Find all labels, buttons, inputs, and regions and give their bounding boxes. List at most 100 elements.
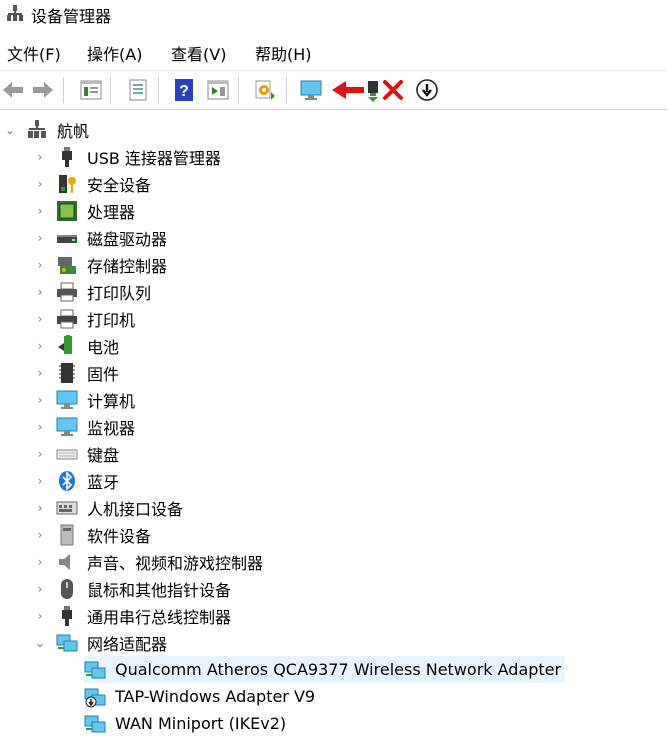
- toolbar-separator: [110, 77, 111, 103]
- firmware-chip-icon: [56, 362, 78, 384]
- software-device-icon: [56, 524, 78, 546]
- tree-item-disk-drives[interactable]: › 磁盘驱动器: [34, 224, 167, 251]
- disk-drive-icon: [56, 227, 78, 249]
- tree-item-sound-video-game[interactable]: › 声音、视频和游戏控制器: [34, 548, 263, 575]
- tree-item-hid[interactable]: › 人机接口设备: [34, 494, 183, 521]
- tree-item-software-devices[interactable]: › 软件设备: [34, 521, 151, 548]
- chevron-right-icon[interactable]: ›: [34, 339, 46, 353]
- usb-plug-icon: [56, 146, 78, 168]
- svg-text:?: ?: [179, 83, 189, 100]
- chevron-right-icon[interactable]: ›: [34, 366, 46, 380]
- chevron-right-icon[interactable]: ›: [34, 555, 46, 569]
- tree-item-computer[interactable]: › 计算机: [34, 386, 135, 413]
- scan-hardware-changes-button[interactable]: [252, 77, 278, 103]
- monitor-view-button[interactable]: [298, 77, 324, 103]
- forward-arrow-icon: [33, 82, 53, 98]
- tree-item-label: 处理器: [87, 202, 136, 222]
- red-annotation-arrow: [330, 77, 382, 103]
- chevron-right-icon[interactable]: ›: [34, 420, 46, 434]
- menu-view[interactable]: 查看(V): [168, 41, 229, 65]
- tree-item-usb-controllers[interactable]: › 通用串行总线控制器: [34, 602, 231, 629]
- action-pane-icon: [207, 80, 229, 100]
- network-adapter-icon: [84, 713, 106, 735]
- chevron-right-icon[interactable]: ›: [34, 258, 46, 272]
- chevron-right-icon[interactable]: ›: [34, 474, 46, 488]
- tree-item-network-adapters[interactable]: ⌄ 网络适配器: [34, 629, 167, 656]
- scan-hardware-icon: [255, 80, 275, 100]
- tree-item-label: 声音、视频和游戏控制器: [87, 553, 264, 573]
- tree-item-label: 键盘: [87, 445, 120, 465]
- tree-item-batteries[interactable]: › 电池: [34, 332, 119, 359]
- tree-item-label: TAP-Windows Adapter V9: [115, 687, 316, 706]
- console-tree-icon: [80, 80, 102, 100]
- chevron-right-icon[interactable]: ›: [34, 285, 46, 299]
- printer-icon: [56, 308, 78, 330]
- menu-action[interactable]: 操作(A): [84, 41, 145, 65]
- tree-item-mice[interactable]: › 鼠标和其他指针设备: [34, 575, 231, 602]
- chevron-right-icon[interactable]: ›: [34, 231, 46, 245]
- chevron-right-icon[interactable]: ›: [34, 501, 46, 515]
- tree-item-label: Qualcomm Atheros QCA9377 Wireless Networ…: [115, 660, 562, 679]
- keyboard-icon: [56, 443, 78, 465]
- disable-down-arrow-icon: [416, 79, 438, 101]
- tree-item-label: 打印机: [87, 310, 136, 330]
- tree-item-usb-connector[interactable]: › USB 连接器管理器: [34, 143, 221, 170]
- tree-item-storage-controllers[interactable]: › 存储控制器: [34, 251, 167, 278]
- tree-item-label: 软件设备: [87, 526, 152, 546]
- toolbar-separator: [63, 77, 64, 103]
- chevron-right-icon[interactable]: ›: [34, 609, 46, 623]
- chevron-down-icon[interactable]: ⌄: [4, 123, 16, 137]
- bluetooth-icon: [56, 470, 78, 492]
- help-button[interactable]: ?: [171, 77, 197, 103]
- uninstall-device-button[interactable]: [380, 77, 406, 103]
- tree-item-label: 存储控制器: [87, 256, 168, 276]
- computer-root-icon: [26, 119, 48, 141]
- tree-item-label: 通用串行总线控制器: [87, 607, 232, 627]
- mouse-icon: [56, 578, 78, 600]
- tree-item-wan-miniport[interactable]: WAN Miniport (IKEv2): [84, 710, 286, 737]
- forward-button[interactable]: [30, 77, 56, 103]
- tree-item-printers[interactable]: › 打印机: [34, 305, 135, 332]
- chevron-down-icon[interactable]: ⌄: [34, 636, 46, 650]
- toolbar-separator: [238, 77, 239, 103]
- computer-monitor-icon: [56, 389, 78, 411]
- usb-plug-icon: [56, 605, 78, 627]
- toolbar: ?: [0, 70, 667, 110]
- processor-chip-icon: [56, 200, 78, 222]
- chevron-right-icon[interactable]: ›: [34, 582, 46, 596]
- menu-help[interactable]: 帮助(H): [252, 41, 315, 65]
- tree-item-label: USB 连接器管理器: [87, 148, 221, 168]
- tree-item-label: 网络适配器: [87, 634, 168, 654]
- tree-root-label: 航帆: [57, 121, 90, 141]
- show-hide-console-tree-button[interactable]: [78, 77, 104, 103]
- chevron-right-icon[interactable]: ›: [34, 447, 46, 461]
- tree-item-print-queues[interactable]: › 打印队列: [34, 278, 151, 305]
- tree-item-label: 磁盘驱动器: [87, 229, 168, 249]
- chevron-right-icon[interactable]: ›: [34, 312, 46, 326]
- tree-item-qualcomm-adapter[interactable]: Qualcomm Atheros QCA9377 Wireless Networ…: [84, 656, 566, 683]
- chevron-right-icon[interactable]: ›: [34, 150, 46, 164]
- network-adapter-icon: [56, 632, 78, 654]
- chevron-right-icon[interactable]: ›: [34, 177, 46, 191]
- tree-item-security-devices[interactable]: › 安全设备: [34, 170, 151, 197]
- properties-button[interactable]: [125, 77, 151, 103]
- toolbar-separator: [158, 77, 159, 103]
- red-arrow-icon: [332, 81, 378, 102]
- tree-root[interactable]: ⌄ 航帆: [4, 116, 89, 143]
- back-button[interactable]: [0, 77, 26, 103]
- tree-item-bluetooth[interactable]: › 蓝牙: [34, 467, 119, 494]
- tree-item-processors[interactable]: › 处理器: [34, 197, 135, 224]
- disable-device-button[interactable]: [414, 77, 440, 103]
- tree-item-label: 鼠标和其他指针设备: [87, 580, 232, 600]
- chevron-right-icon[interactable]: ›: [34, 204, 46, 218]
- chevron-right-icon[interactable]: ›: [34, 528, 46, 542]
- tree-item-firmware[interactable]: › 固件: [34, 359, 119, 386]
- tree-item-tap-adapter[interactable]: TAP-Windows Adapter V9: [84, 683, 315, 710]
- chevron-right-icon[interactable]: ›: [34, 393, 46, 407]
- tree-item-label: 蓝牙: [87, 472, 120, 492]
- storage-controller-icon: [56, 254, 78, 276]
- tree-item-keyboards[interactable]: › 键盘: [34, 440, 119, 467]
- menu-file[interactable]: 文件(F): [4, 41, 64, 65]
- tree-item-monitors[interactable]: › 监视器: [34, 413, 135, 440]
- action-pane-button[interactable]: [205, 77, 231, 103]
